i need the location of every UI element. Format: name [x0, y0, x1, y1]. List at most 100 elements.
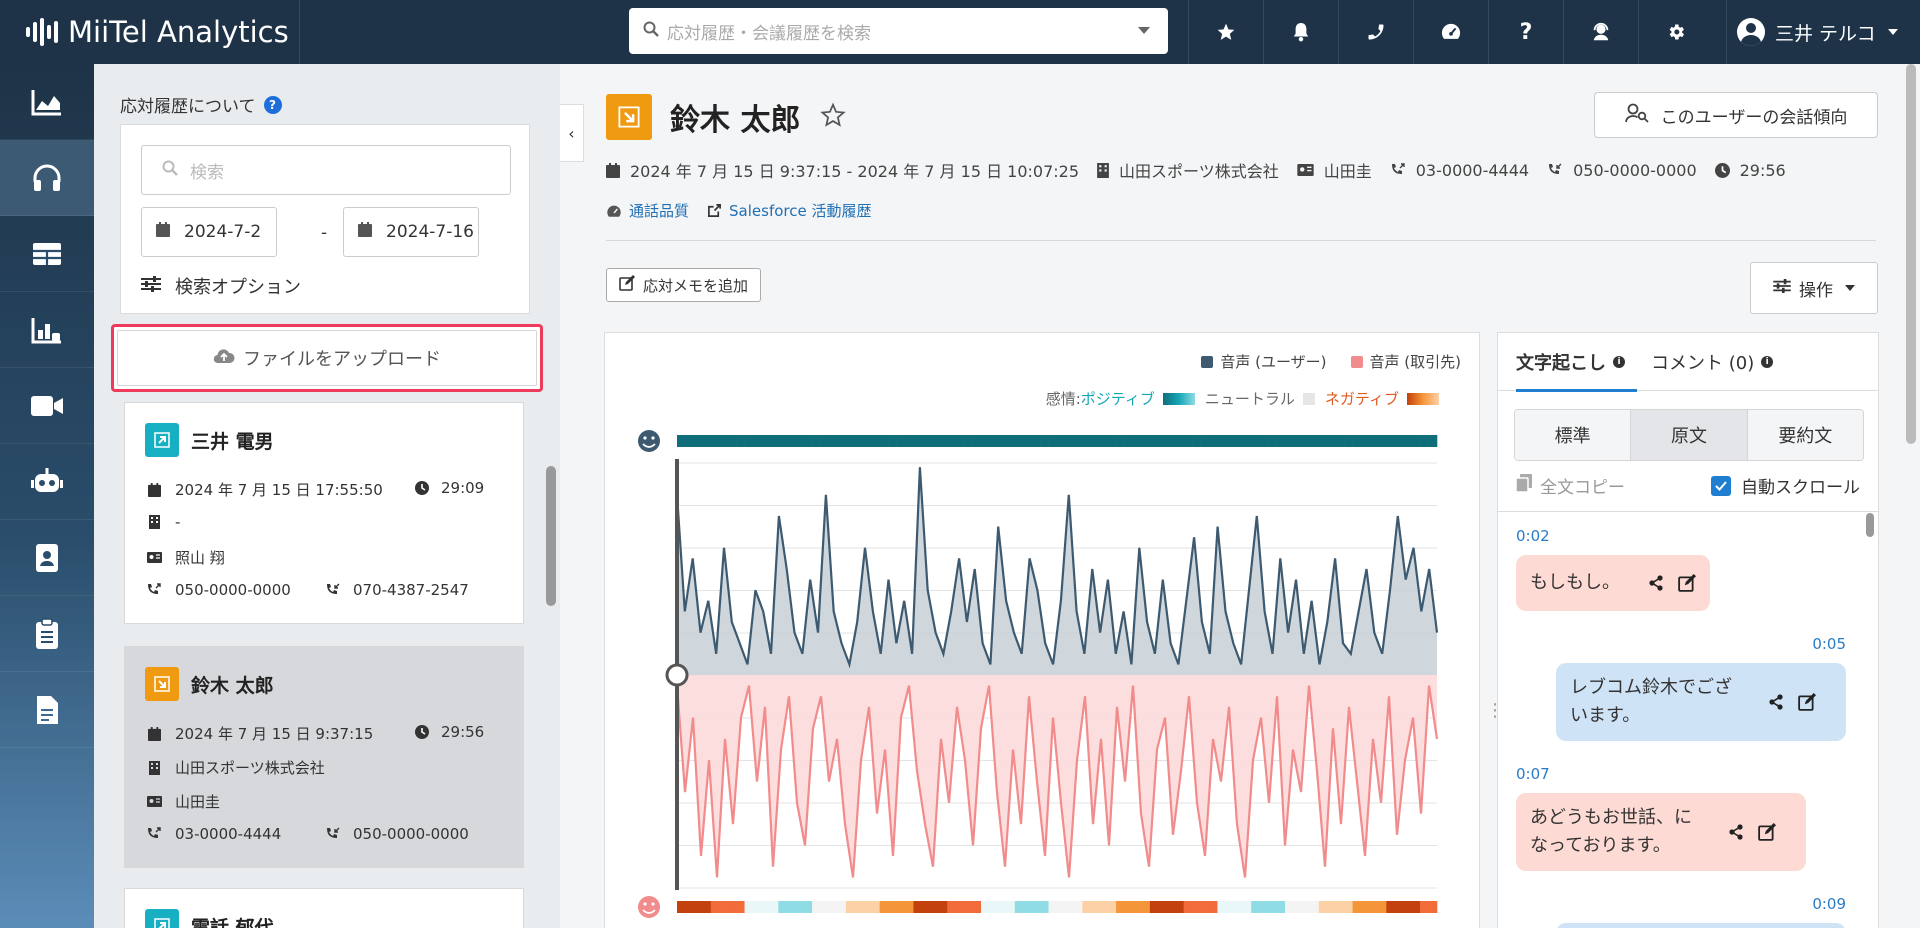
- global-search-input[interactable]: 応対履歴・会議履歴を検索: [629, 8, 1168, 54]
- positive-emotion-segment: [888, 435, 897, 447]
- positive-emotion-segment: [719, 435, 728, 447]
- operations-button[interactable]: 操作: [1750, 262, 1878, 314]
- id-card-icon: [145, 552, 163, 563]
- client-face-icon: [638, 896, 660, 918]
- collapse-panel-button[interactable]: ‹: [560, 104, 584, 162]
- positive-emotion-segment: [1082, 435, 1092, 447]
- upload-file-button[interactable]: ファイルをアップロード: [117, 330, 537, 386]
- positive-emotion-segment: [1073, 435, 1083, 447]
- copy-all-label: 全文コピー: [1540, 478, 1625, 498]
- call-card-selected[interactable]: 鈴木 太郎 2024 年 7 月 15 日 9:37:15 29:56 山田スポ…: [124, 646, 524, 868]
- negative-emotion-segment: [879, 901, 889, 913]
- call-quality-link[interactable]: 通話品質: [606, 200, 689, 221]
- info-icon: i: [1613, 356, 1625, 368]
- negative-emotion-segment: [1209, 901, 1218, 913]
- transcript-scrollbar[interactable]: [1866, 513, 1874, 537]
- meta-datetime-range: 2024 年 7 月 15 日 9:37:15 - 2024 年 7 月 15 …: [630, 162, 1080, 181]
- date-from-field[interactable]: 2024-7-2: [141, 207, 277, 257]
- message-text: あどうもお世話、になっております。: [1530, 807, 1692, 856]
- notifications-button[interactable]: [1263, 0, 1338, 64]
- negative-emotion-segment: [1149, 901, 1159, 913]
- negative-emotion-segment: [1090, 901, 1100, 913]
- positive-emotion-segment: [1048, 435, 1058, 447]
- user-menu[interactable]: 三井 テルコ: [1726, 0, 1920, 64]
- nav-bot[interactable]: [0, 444, 94, 520]
- call-card[interactable]: 電話 郁代: [124, 888, 524, 928]
- message-time[interactable]: 0:05: [1812, 635, 1846, 653]
- incoming-call-badge: [145, 667, 179, 701]
- app-logo[interactable]: MiiTel Analytics: [0, 0, 300, 64]
- search-dropdown-icon[interactable]: [1138, 27, 1150, 34]
- share-icon[interactable]: [1728, 824, 1744, 840]
- positive-emotion-segment: [1285, 435, 1294, 447]
- list-scrollbar[interactable]: [546, 466, 556, 606]
- edit-icon[interactable]: [1758, 823, 1776, 841]
- edit-icon[interactable]: [1678, 574, 1696, 592]
- search-options-toggle[interactable]: 検索オプション: [141, 273, 301, 299]
- edit-icon[interactable]: [1798, 693, 1816, 711]
- favorites-button[interactable]: [1188, 0, 1263, 64]
- page-scrollbar[interactable]: [1906, 64, 1916, 444]
- salesforce-history-link[interactable]: Salesforce 活動履歴: [707, 200, 871, 221]
- dashboard-button[interactable]: [1413, 0, 1488, 64]
- arrow-up-right-icon: [154, 918, 170, 928]
- favorite-star-icon[interactable]: [820, 102, 847, 132]
- nav-tasks[interactable]: [0, 596, 94, 672]
- positive-emotion-segment: [677, 435, 686, 447]
- support-button[interactable]: [1563, 0, 1638, 64]
- date-separator: -: [321, 223, 328, 243]
- date-to-field[interactable]: 2024-7-16: [343, 207, 479, 257]
- positive-emotion-segment: [930, 435, 940, 447]
- nav-meetings[interactable]: [0, 368, 94, 444]
- mode-original[interactable]: 原文: [1631, 410, 1748, 460]
- positive-emotion-segment: [702, 435, 712, 447]
- user-trend-button[interactable]: このユーザーの会話傾向: [1594, 92, 1878, 138]
- negative-emotion-segment: [930, 901, 940, 913]
- divider: [1498, 511, 1878, 512]
- nav-table[interactable]: [0, 216, 94, 292]
- positive-emotion-segment: [955, 435, 965, 447]
- positive-emotion-segment: [1411, 435, 1421, 447]
- message-text: レブコム鈴木でございます。: [1570, 677, 1732, 726]
- copy-all-button[interactable]: 全文コピー: [1515, 473, 1625, 498]
- negative-emotion-segment: [837, 901, 847, 913]
- positive-emotion-segment: [778, 435, 788, 447]
- negative-emotion-segment: [862, 901, 872, 913]
- nav-call-history[interactable]: [0, 140, 94, 216]
- mode-standard[interactable]: 標準: [1515, 410, 1632, 460]
- tab-comments[interactable]: コメント (0) i: [1651, 333, 1774, 391]
- message-time[interactable]: 0:09: [1812, 895, 1846, 913]
- mode-summary[interactable]: 要約文: [1747, 410, 1863, 460]
- nav-documents[interactable]: [0, 672, 94, 748]
- positive-emotion-segment: [812, 435, 821, 447]
- negative-emotion-segment: [761, 901, 771, 913]
- share-icon[interactable]: [1768, 694, 1784, 710]
- message-time[interactable]: 0:07: [1516, 765, 1550, 783]
- nav-contacts[interactable]: [0, 520, 94, 596]
- playhead-handle[interactable]: [665, 663, 689, 687]
- negative-emotion-segment: [1116, 901, 1125, 913]
- add-memo-button[interactable]: 応対メモを追加: [606, 268, 762, 302]
- nav-analytics[interactable]: [0, 64, 94, 140]
- auto-scroll-checkbox[interactable]: 自動スクロール: [1711, 473, 1860, 498]
- voice-chart-svg[interactable]: [605, 333, 1481, 928]
- negative-emotion-segment: [1293, 901, 1303, 913]
- help-icon[interactable]: ?: [263, 95, 282, 114]
- settings-button[interactable]: [1638, 0, 1713, 64]
- call-card[interactable]: 三井 電男 2024 年 7 月 15 日 17:55:50 29:09 - 照…: [124, 402, 524, 624]
- nav-reports[interactable]: [0, 292, 94, 368]
- phone-button[interactable]: [1338, 0, 1413, 64]
- tab-transcript[interactable]: 文字起こし i: [1516, 333, 1637, 392]
- message-time[interactable]: 0:02: [1516, 527, 1550, 545]
- list-search-input[interactable]: 検索: [141, 145, 511, 195]
- meta-contact: 山田圭: [1323, 162, 1372, 181]
- positive-emotion-segment: [879, 435, 889, 447]
- help-button[interactable]: ?: [1488, 0, 1563, 64]
- table-icon: [33, 242, 61, 265]
- negative-emotion-segment: [1031, 901, 1041, 913]
- positive-emotion-segment: [795, 435, 804, 447]
- id-card-icon: [145, 796, 163, 807]
- negative-emotion-segment: [938, 901, 948, 913]
- negative-emotion-segment: [1259, 901, 1269, 913]
- share-icon[interactable]: [1648, 575, 1664, 591]
